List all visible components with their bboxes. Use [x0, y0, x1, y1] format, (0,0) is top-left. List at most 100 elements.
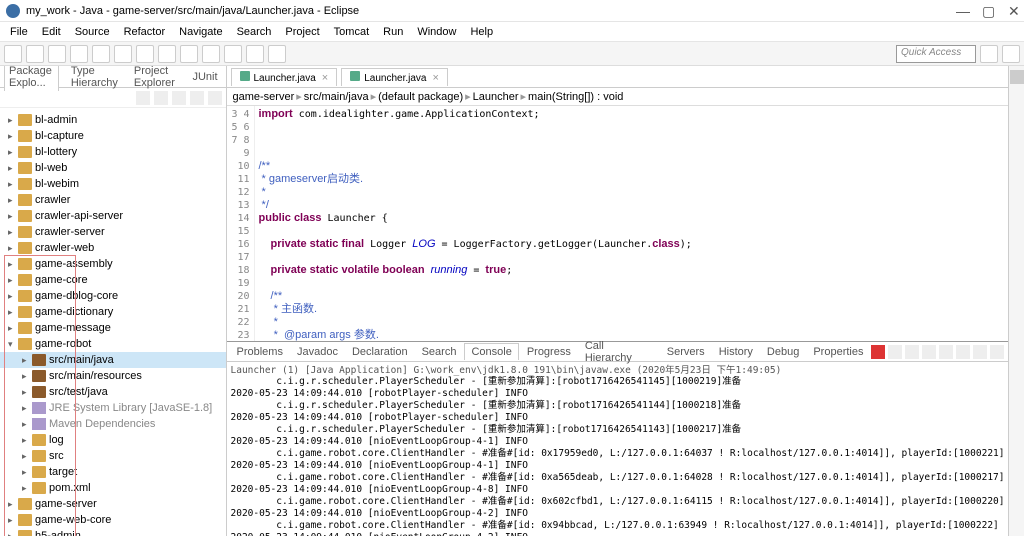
menu-refactor[interactable]: Refactor: [118, 24, 172, 40]
console-tab-declaration[interactable]: Declaration: [346, 344, 414, 360]
console-tab-search[interactable]: Search: [416, 344, 463, 360]
debug-perspective-button[interactable]: [1002, 45, 1020, 63]
java-perspective-button[interactable]: [980, 45, 998, 63]
tree-item[interactable]: ▸Maven Dependencies: [0, 416, 226, 432]
twisty-icon[interactable]: ▸: [8, 147, 18, 158]
breadcrumb-item[interactable]: main(String[]) : void: [528, 91, 623, 103]
save-button[interactable]: [26, 45, 44, 63]
tree-item[interactable]: ▸bl-lottery: [0, 144, 226, 160]
tree-item[interactable]: ▸game-dblog-core: [0, 288, 226, 304]
minimize-button[interactable]: —: [956, 6, 966, 16]
project-tree[interactable]: ▸bl-admin▸bl-capture▸bl-lottery▸bl-web▸b…: [0, 108, 226, 536]
twisty-icon[interactable]: ▸: [8, 131, 18, 142]
tree-item[interactable]: ▸src: [0, 448, 226, 464]
back-button[interactable]: [246, 45, 264, 63]
twisty-icon[interactable]: ▸: [8, 307, 18, 318]
twisty-icon[interactable]: ▸: [8, 211, 18, 222]
menu-edit[interactable]: Edit: [36, 24, 67, 40]
twisty-icon[interactable]: ▸: [22, 467, 32, 478]
menu-navigate[interactable]: Navigate: [173, 24, 228, 40]
link-editor-button[interactable]: [154, 91, 168, 105]
twisty-icon[interactable]: ▸: [22, 403, 32, 414]
twisty-icon[interactable]: ▸: [8, 275, 18, 286]
twisty-icon[interactable]: ▸: [22, 435, 32, 446]
twisty-icon[interactable]: ▾: [8, 339, 18, 350]
close-tab-icon[interactable]: ×: [433, 72, 439, 84]
side-tab-1[interactable]: Type Hierarchy: [67, 66, 122, 91]
menu-run[interactable]: Run: [377, 24, 409, 40]
console-tab-debug[interactable]: Debug: [761, 344, 805, 360]
twisty-icon[interactable]: ▸: [8, 499, 18, 510]
pin-button[interactable]: [956, 345, 970, 359]
menu-search[interactable]: Search: [231, 24, 278, 40]
tree-item[interactable]: ▸crawler: [0, 192, 226, 208]
menu-project[interactable]: Project: [279, 24, 325, 40]
collapse-all-button[interactable]: [136, 91, 150, 105]
console-tab-properties[interactable]: Properties: [807, 344, 869, 360]
quick-access-input[interactable]: Quick Access: [896, 45, 976, 63]
twisty-icon[interactable]: ▸: [8, 115, 18, 126]
remove-all-button[interactable]: [905, 345, 919, 359]
twisty-icon[interactable]: ▸: [22, 355, 32, 366]
tree-item[interactable]: ▸pom.xml: [0, 480, 226, 496]
outline-view-icon[interactable]: [1010, 70, 1024, 84]
tree-item[interactable]: ▸crawler-web: [0, 240, 226, 256]
open-console-button[interactable]: [990, 345, 1004, 359]
tree-item[interactable]: ▸bl-web: [0, 160, 226, 176]
close-tab-icon[interactable]: ×: [322, 72, 328, 84]
twisty-icon[interactable]: ▸: [8, 515, 18, 526]
source-editor[interactable]: import com.idealighter.game.ApplicationC…: [255, 106, 1009, 341]
tree-item[interactable]: ▸target: [0, 464, 226, 480]
console-tab-problems[interactable]: Problems: [231, 344, 289, 360]
twisty-icon[interactable]: ▸: [8, 227, 18, 238]
twisty-icon[interactable]: ▸: [8, 179, 18, 190]
console-tab-history[interactable]: History: [713, 344, 759, 360]
twisty-icon[interactable]: ▸: [22, 387, 32, 398]
twisty-icon[interactable]: ▸: [22, 419, 32, 430]
tree-item[interactable]: ▸crawler-server: [0, 224, 226, 240]
tree-item[interactable]: ▸JRE System Library [JavaSE-1.8]: [0, 400, 226, 416]
run-button[interactable]: [92, 45, 110, 63]
maximize-view-button[interactable]: [208, 91, 222, 105]
terminate-button[interactable]: [871, 345, 885, 359]
twisty-icon[interactable]: ▸: [8, 259, 18, 270]
breadcrumb-item[interactable]: Launcher: [473, 91, 519, 103]
clear-button[interactable]: [922, 345, 936, 359]
tree-item[interactable]: ▸game-message: [0, 320, 226, 336]
scroll-lock-button[interactable]: [939, 345, 953, 359]
tree-item[interactable]: ▸game-server: [0, 496, 226, 512]
tree-item[interactable]: ▸src/main/java: [0, 352, 226, 368]
debug-button[interactable]: [70, 45, 88, 63]
editor-tab-1[interactable]: Launcher.java×: [341, 68, 448, 86]
view-menu-button[interactable]: [172, 91, 186, 105]
new-button[interactable]: [4, 45, 22, 63]
breadcrumb-item[interactable]: game-server: [233, 91, 295, 103]
breadcrumb-item[interactable]: (default package): [378, 91, 463, 103]
search-button[interactable]: [202, 45, 220, 63]
open-type-button[interactable]: [180, 45, 198, 63]
save-all-button[interactable]: [48, 45, 66, 63]
menu-window[interactable]: Window: [411, 24, 462, 40]
console-tab-servers[interactable]: Servers: [661, 344, 711, 360]
twisty-icon[interactable]: ▸: [8, 243, 18, 254]
editor-tab-0[interactable]: Launcher.java×: [231, 68, 338, 86]
menu-file[interactable]: File: [4, 24, 34, 40]
new-package-button[interactable]: [136, 45, 154, 63]
new-class-button[interactable]: [158, 45, 176, 63]
console-tab-javadoc[interactable]: Javadoc: [291, 344, 344, 360]
twisty-icon[interactable]: ▸: [8, 291, 18, 302]
side-tab-3[interactable]: JUnit: [188, 69, 221, 85]
minimize-view-button[interactable]: [190, 91, 204, 105]
tree-item[interactable]: ▸game-core: [0, 272, 226, 288]
forward-button[interactable]: [268, 45, 286, 63]
close-button[interactable]: ✕: [1008, 6, 1018, 16]
coverage-button[interactable]: [114, 45, 132, 63]
console-tab-console[interactable]: Console: [464, 343, 518, 360]
menu-source[interactable]: Source: [69, 24, 116, 40]
tree-item[interactable]: ▾game-robot: [0, 336, 226, 352]
breadcrumb-item[interactable]: src/main/java: [304, 91, 369, 103]
twisty-icon[interactable]: ▸: [8, 195, 18, 206]
tree-item[interactable]: ▸bl-webim: [0, 176, 226, 192]
console-tab-progress[interactable]: Progress: [521, 344, 577, 360]
maximize-button[interactable]: ▢: [982, 6, 992, 16]
